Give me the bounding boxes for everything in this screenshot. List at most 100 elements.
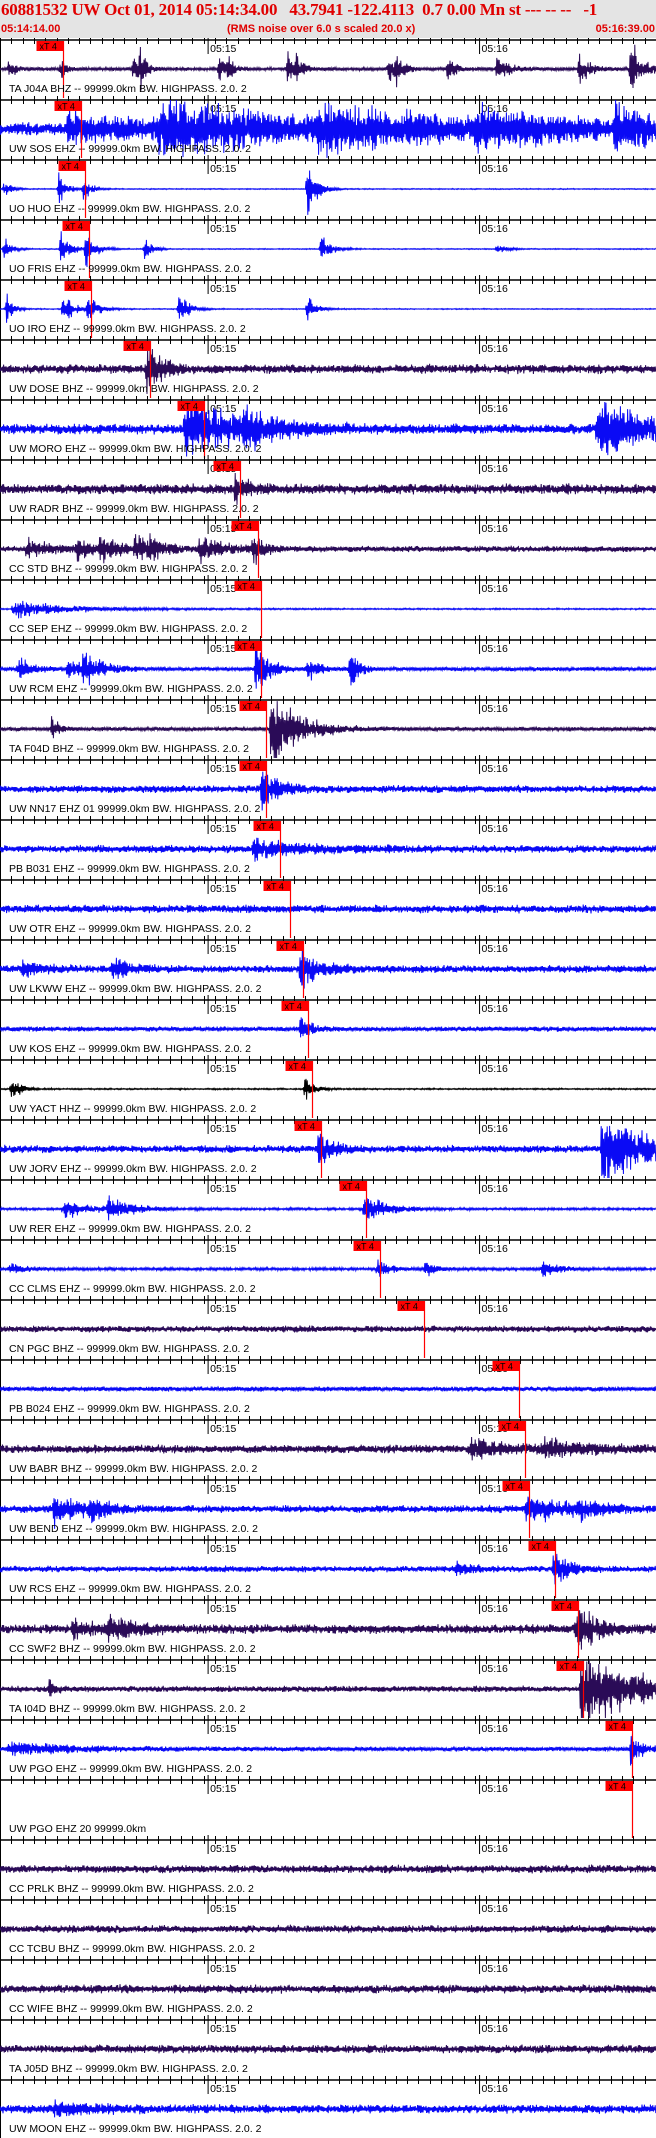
pick-label: xT 4 [243,702,260,712]
time-tick-label: 05:15 [210,1483,236,1495]
station-label: UW NN17 EHZ 01 99999.0km BW. HIGHPASS. 2… [9,803,261,815]
time-tick-label: 05:15 [210,103,236,115]
pick-label: xT 4 [609,1722,626,1732]
station-label: UW JORV EHZ -- 99999.0km BW. HIGHPASS. 2… [9,1163,257,1175]
time-tick-label: 05:16 [482,943,508,955]
station-label: PB B024 EHZ -- 99999.0km BW. HIGHPASS. 2… [9,1403,250,1415]
waveform-trace [0,904,656,914]
pick-label: xT 4 [235,522,252,532]
station-label: UW RCS EHZ -- 99999.0km BW. HIGHPASS. 2.… [9,1583,251,1595]
station-label: UW OTR EHZ -- 99999.0km BW. HIGHPASS. 2.… [9,923,251,935]
pick-label: xT 4 [343,1182,360,1192]
time-tick-label: 05:16 [482,43,508,55]
station-label: CC TCBU BHZ -- 99999.0km BW. HIGHPASS. 2… [9,1943,255,1955]
station-label: CC SWF2 BHZ -- 99999.0km BW. HIGHPASS. 2… [9,1643,256,1655]
station-label: UO FRIS EHZ -- 99999.0km BW. HIGHPASS. 2… [9,263,251,275]
time-tick-label: 05:15 [210,1963,236,1975]
time-tick-label: 05:15 [210,1123,236,1135]
pick-label: xT 4 [560,1662,577,1672]
pick-label: xT 4 [238,582,255,592]
time-tick-label: 05:16 [482,343,508,355]
time-tick-label: 05:16 [482,2083,508,2095]
time-tick-label: 05:15 [210,703,236,715]
time-tick-label: 05:15 [210,1363,236,1375]
station-label: UW PGO EHZ 20 99999.0km [9,1823,147,1835]
time-tick-label: 05:16 [482,2023,508,2035]
station-label: PB B031 EHZ -- 99999.0km BW. HIGHPASS. 2… [9,863,250,875]
time-tick-label: 05:15 [210,2083,236,2095]
station-label: UW MORO EHZ -- 99999.0km BW. HIGHPASS. 2… [9,443,262,455]
pick-label: xT 4 [243,762,260,772]
time-tick-label: 05:15 [210,343,236,355]
pick-label: xT 4 [62,162,79,172]
waveform-trace [0,1385,656,1393]
station-label: CC PRLK BHZ -- 99999.0km BW. HIGHPASS. 2… [9,1883,254,1895]
station-label: TA J05D BHZ -- 99999.0km BW. HIGHPASS. 2… [9,2063,248,2075]
waveform-trace [0,1436,656,1461]
time-tick-label: 05:15 [210,1423,236,1435]
time-tick-label: 05:15 [210,823,236,835]
pick-label: xT 4 [609,1782,626,1792]
time-tick-label: 05:16 [482,1723,508,1735]
pick-label: xT 4 [555,1602,572,1612]
time-tick-label: 05:16 [482,463,508,475]
time-tick-label: 05:15 [210,643,236,655]
station-label: CC CLMS EHZ -- 99999.0km BW. HIGHPASS. 2… [9,1283,256,1295]
pick-label: xT 4 [66,222,83,232]
time-tick-label: 05:16 [482,1303,508,1315]
time-tick-label: 05:16 [482,883,508,895]
time-tick-label: 05:16 [482,643,508,655]
pick-label: xT 4 [181,402,198,412]
time-tick-label: 05:16 [482,1963,508,1975]
pick-label: xT 4 [502,1422,519,1432]
station-label: UW BABR BHZ -- 99999.0km BW. HIGHPASS. 2… [9,1463,258,1475]
time-tick-label: 05:16 [482,1903,508,1915]
time-tick-label: 05:16 [482,1843,508,1855]
pick-label: xT 4 [68,282,85,292]
time-tick-label: 05:16 [482,1663,508,1675]
time-tick-label: 05:16 [482,1603,508,1615]
station-label: UW LKWW EHZ -- 99999.0km BW. HIGHPASS. 2… [9,983,262,995]
waveform-trace [0,1984,656,1994]
waveform-trace [0,1864,656,1874]
pick-label: xT 4 [298,1122,315,1132]
station-label: UW RCM EHZ -- 99999.0km BW. HIGHPASS. 2.… [9,683,253,695]
station-label: TA I04D BHZ -- 99999.0km BW. HIGHPASS. 2… [9,1703,246,1715]
time-tick-label: 05:15 [210,223,236,235]
time-tick-label: 05:15 [210,1243,236,1255]
waveform-trace [0,1553,656,1585]
time-tick-label: 05:16 [482,523,508,535]
waveform-trace [0,2099,656,2118]
rms-note: (RMS noise over 6.0 s scaled 20.0 x) [227,23,416,35]
waveform-trace [0,293,656,323]
waveform-trace [0,837,656,862]
station-label: UO HUO EHZ -- 99999.0km BW. HIGHPASS. 2.… [9,203,251,215]
time-tick-label: 05:15 [210,1843,236,1855]
waveform-trace [0,1078,656,1100]
station-label: CC STD BHZ -- 99999.0km BW. HIGHPASS. 2.… [9,563,248,575]
time-tick-label: 05:15 [210,583,236,595]
station-label: TA J04A BHZ -- 99999.0km BW. HIGHPASS. 2… [9,83,247,95]
event-title: 60881532 UW Oct 01, 2014 05:14:34.00 43.… [1,0,598,19]
station-label: CN PGC BHZ -- 99999.0km BW. HIGHPASS. 2.… [9,1343,250,1355]
time-tick-label: 05:15 [210,883,236,895]
pick-label: xT 4 [257,822,274,832]
pick-label: xT 4 [506,1482,523,1492]
time-tick-label: 05:16 [482,403,508,415]
station-label: CC WIFE BHZ -- 99999.0km BW. HIGHPASS. 2… [9,2003,253,2015]
pick-label: xT 4 [267,882,284,892]
waveform-trace [0,2044,656,2054]
time-tick-label: 05:16 [482,1783,508,1795]
time-tick-label: 05:15 [210,1003,236,1015]
pick-label: xT 4 [357,1242,374,1252]
time-tick-label: 05:16 [482,1243,508,1255]
time-tick-label: 05:16 [482,583,508,595]
pick-label: xT 4 [217,462,234,472]
time-tick-label: 05:15 [210,1903,236,1915]
waveform-trace [0,472,656,505]
station-label: UW MOON EHZ -- 99999.0km BW. HIGHPASS. 2… [9,2123,262,2135]
time-tick-label: 05:15 [210,1183,236,1195]
pick-label: xT 4 [127,342,144,352]
time-tick-label: 05:15 [210,1543,236,1555]
station-label: UW YACT HHZ -- 99999.0km BW. HIGHPASS. 2… [9,1103,257,1115]
